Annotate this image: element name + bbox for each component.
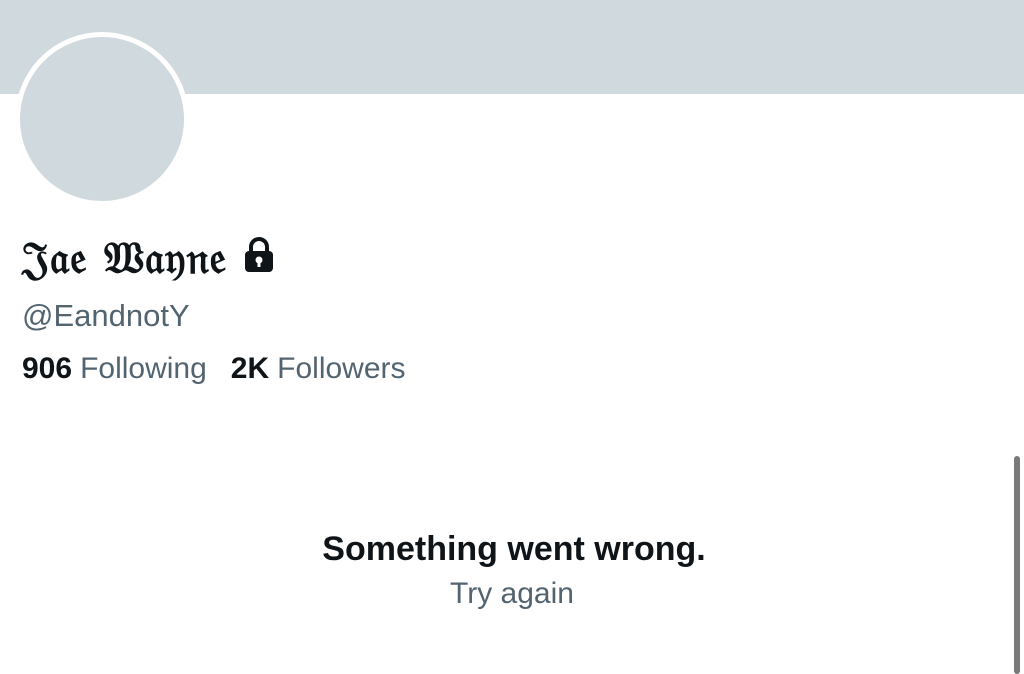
followers-count: 2K bbox=[230, 352, 270, 385]
followers-label: Followers bbox=[277, 352, 406, 385]
error-title: Something went wrong. bbox=[322, 530, 706, 568]
scrollbar[interactable] bbox=[1014, 456, 1020, 674]
following-link[interactable]: 906 Following bbox=[22, 352, 207, 386]
error-message: Something went wrong. Try again bbox=[0, 530, 1024, 611]
try-again-button[interactable]: Try again bbox=[450, 577, 574, 611]
following-count: 906 bbox=[22, 352, 73, 385]
followers-link[interactable]: 2K Followers bbox=[231, 352, 406, 386]
profile-name-row: 𝔍𝔞𝔢 𝔚𝔞𝔶𝔫𝔢 bbox=[22, 228, 275, 288]
following-label: Following bbox=[80, 352, 207, 385]
lock-icon bbox=[243, 237, 275, 273]
profile-handle: @EandnotY bbox=[22, 298, 190, 333]
display-name: 𝔍𝔞𝔢 𝔚𝔞𝔶𝔫𝔢 bbox=[22, 232, 228, 284]
profile-stats: 906 Following 2K Followers bbox=[22, 352, 406, 386]
avatar[interactable] bbox=[15, 32, 189, 206]
